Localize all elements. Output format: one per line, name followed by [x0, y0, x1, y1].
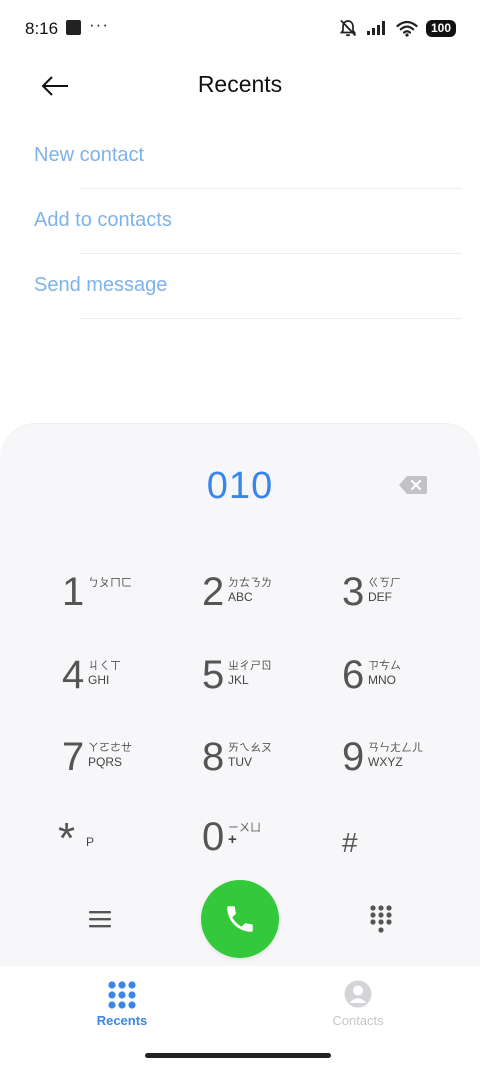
- key-digit: *: [58, 814, 76, 863]
- key-4[interactable]: 4 ㄐㄑㄒ GHI: [62, 653, 182, 713]
- key-bopomofo: ㄗㄘㄙ: [368, 660, 401, 672]
- status-bar: 8:16 ··· 100: [0, 0, 480, 56]
- key-digit: 3: [342, 570, 365, 614]
- key-5[interactable]: 5 ㄓㄔㄕㄖ JKL: [202, 653, 322, 713]
- key-2[interactable]: 2 ㄉㄊㄋㄌ ABC: [202, 570, 322, 630]
- new-contact-label: New contact: [34, 144, 145, 166]
- key-6[interactable]: 6 ㄗㄘㄙ MNO: [342, 653, 462, 713]
- signal-icon: [367, 21, 385, 35]
- key-star[interactable]: * P: [58, 815, 178, 875]
- key-letters: ABC: [228, 590, 253, 604]
- key-7[interactable]: 7 ㄚㄛㄜㄝ PQRS: [62, 735, 182, 795]
- key-letters: DEF: [368, 590, 392, 604]
- key-letters: WXYZ: [368, 755, 403, 769]
- key-9[interactable]: 9 ㄢㄣㄤㄥㄦ WXYZ: [342, 735, 462, 795]
- key-8[interactable]: 8 ㄞㄟㄠㄡ TUV: [202, 735, 322, 795]
- status-time: 8:16: [25, 19, 59, 38]
- key-letters: PQRS: [88, 755, 123, 769]
- key-3[interactable]: 3 ㄍㄎㄏ DEF: [342, 570, 462, 630]
- key-bopomofo: ㄢㄣㄤㄥㄦ: [368, 742, 423, 754]
- page-title: Recents: [197, 71, 283, 97]
- key-digit: 7: [62, 735, 85, 779]
- key-bopomofo: ㄅㄆㄇㄈ: [88, 577, 132, 589]
- key-letters: P: [86, 835, 95, 849]
- key-digit: 6: [342, 653, 365, 697]
- key-hash[interactable]: #: [342, 815, 462, 875]
- call-button[interactable]: [201, 880, 279, 958]
- key-digit: 4: [62, 653, 85, 697]
- tab-label: Contacts: [332, 1013, 384, 1028]
- key-digit: 5: [202, 653, 225, 697]
- key-bopomofo: ㄐㄑㄒ: [88, 660, 121, 672]
- home-indicator[interactable]: [145, 1053, 331, 1058]
- key-digit: 9: [342, 735, 365, 779]
- menu-button[interactable]: [84, 904, 116, 934]
- tab-recents[interactable]: Recents: [52, 978, 192, 1048]
- tab-label: Recents: [96, 1013, 148, 1028]
- send-message-action[interactable]: Send message: [34, 254, 462, 319]
- key-letters: TUV: [228, 755, 252, 769]
- wifi-icon: [396, 20, 418, 37]
- tab-contacts[interactable]: Contacts: [288, 978, 428, 1048]
- keypad-icon: [370, 905, 392, 933]
- add-to-contacts-action[interactable]: Add to contacts: [34, 189, 462, 254]
- person-icon: [344, 980, 372, 1008]
- bell-off-icon: [339, 19, 357, 37]
- key-bopomofo: ㄍㄎㄏ: [368, 577, 401, 589]
- key-letters: GHI: [88, 673, 110, 687]
- keypad-toggle-button[interactable]: [365, 903, 397, 935]
- notification-app-icon: [66, 20, 81, 35]
- key-bopomofo: ㄞㄟㄠㄡ: [228, 742, 272, 754]
- key-letters: +: [228, 831, 237, 848]
- new-contact-action[interactable]: New contact: [34, 124, 462, 189]
- add-to-contacts-label: Add to contacts: [34, 209, 172, 231]
- grid-icon: [108, 981, 136, 1009]
- send-message-label: Send message: [34, 274, 168, 296]
- key-digit: 1: [62, 570, 85, 614]
- phone-icon: [227, 906, 253, 932]
- battery-indicator: 100: [426, 19, 456, 37]
- key-digit: 0: [202, 815, 225, 859]
- key-digit: 2: [202, 570, 225, 614]
- divider: [80, 318, 462, 319]
- status-icons: 100: [338, 16, 456, 40]
- key-letters: MNO: [368, 673, 396, 687]
- menu-icon: [89, 911, 111, 928]
- key-digit: #: [342, 827, 358, 858]
- tab-bar: Recents Contacts: [0, 966, 480, 1066]
- backspace-button[interactable]: [398, 474, 428, 496]
- key-bopomofo: ㄚㄛㄜㄝ: [88, 742, 132, 754]
- key-digit: 8: [202, 735, 225, 779]
- key-1[interactable]: 1 ㄅㄆㄇㄈ: [62, 570, 182, 630]
- more-notifications-icon: ···: [89, 15, 109, 34]
- key-letters: JKL: [228, 673, 249, 687]
- backspace-icon: [399, 476, 427, 494]
- key-0[interactable]: 0 ㄧㄨㄩ +: [202, 815, 322, 875]
- key-bopomofo: ㄓㄔㄕㄖ: [228, 660, 272, 672]
- key-bopomofo: ㄉㄊㄋㄌ: [228, 577, 272, 589]
